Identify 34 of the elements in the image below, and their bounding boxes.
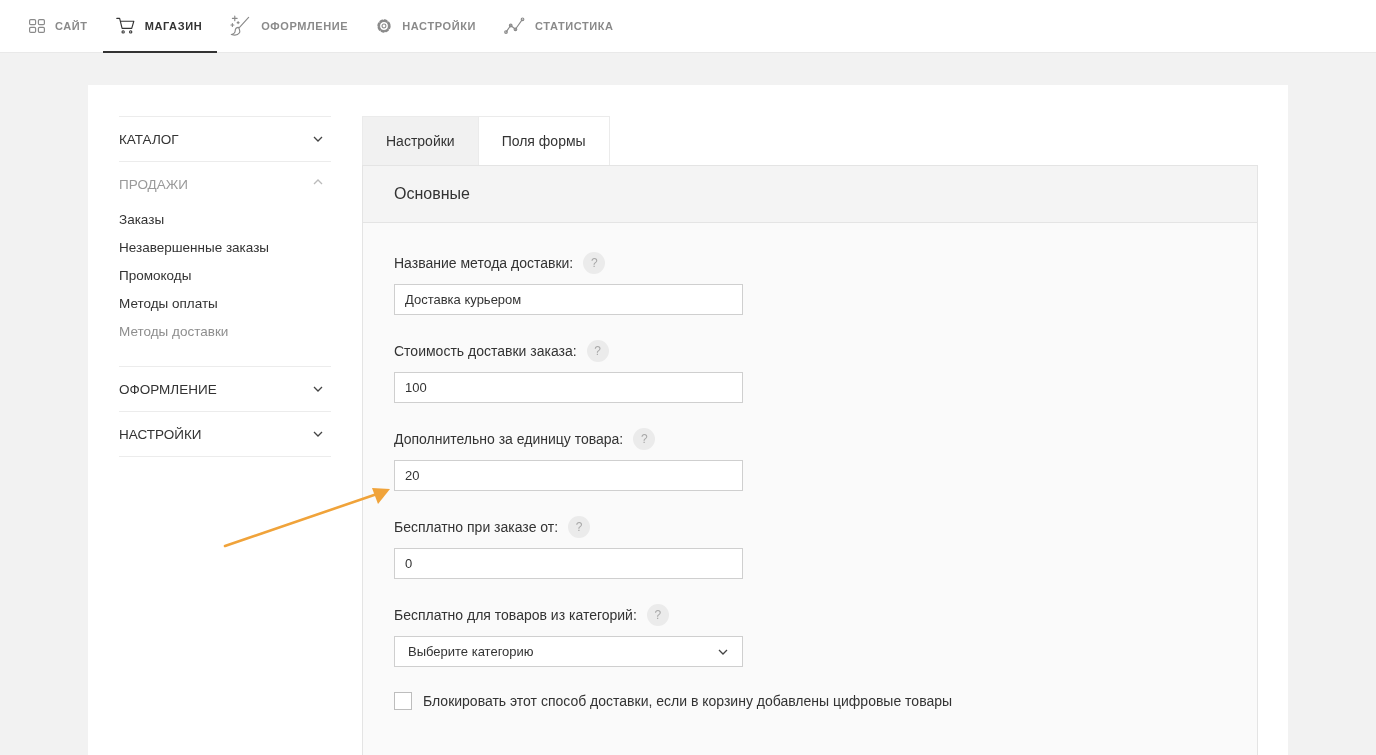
- text-input[interactable]: 0: [394, 548, 743, 579]
- field-label: Бесплатно для товаров из категорий:: [394, 607, 637, 623]
- text-input[interactable]: 100: [394, 372, 743, 403]
- text-input[interactable]: 20: [394, 460, 743, 491]
- grid-icon: [29, 18, 45, 33]
- field-label: Название метода доставки:: [394, 255, 574, 271]
- field-label: Бесплатно при заказе от:: [394, 519, 559, 535]
- sidebar-section-toggle[interactable]: ОФОРМЛЕНИЕ: [119, 367, 331, 411]
- section-title: Основные: [394, 185, 470, 203]
- tab[interactable]: Поля формы: [478, 116, 610, 165]
- checkbox-label: Блокировать этот способ доставки, если в корзину добавлены цифровые товары: [423, 693, 953, 709]
- chevron-down-icon: [718, 648, 728, 655]
- sidebar-link[interactable]: Незавершенные заказы: [119, 234, 270, 262]
- chevron-down-icon: [313, 136, 323, 142]
- line-chart-icon: [504, 17, 525, 34]
- sidebar-link[interactable]: Промокоды: [119, 262, 192, 290]
- gear-icon: [376, 17, 393, 34]
- brush-sparkles-icon: [230, 15, 252, 36]
- sidebar-section-toggle[interactable]: НАСТРОЙКИ: [119, 412, 331, 456]
- nav-tab[interactable]: МАГАЗИН: [102, 0, 218, 53]
- chevron-down-icon: [313, 431, 323, 437]
- sidebar-section-toggle[interactable]: КАТАЛОГ: [119, 117, 331, 161]
- category-select[interactable]: Выберите категорию: [394, 636, 743, 667]
- chevron-up-icon: [313, 179, 323, 185]
- cart-icon: [115, 17, 135, 34]
- checkbox[interactable]: [394, 692, 412, 710]
- nav-tab[interactable]: САЙТ: [16, 0, 103, 53]
- field-label: Стоимость доставки заказа:: [394, 343, 577, 359]
- chevron-down-icon: [313, 386, 323, 392]
- text-input[interactable]: Доставка курьером: [394, 284, 743, 315]
- field-label: Дополнительно за единицу товара:: [394, 431, 624, 447]
- sidebar-link[interactable]: Методы оплаты: [119, 290, 218, 318]
- sidebar-link[interactable]: Заказы: [119, 206, 165, 234]
- tab[interactable]: Настройки: [362, 116, 479, 165]
